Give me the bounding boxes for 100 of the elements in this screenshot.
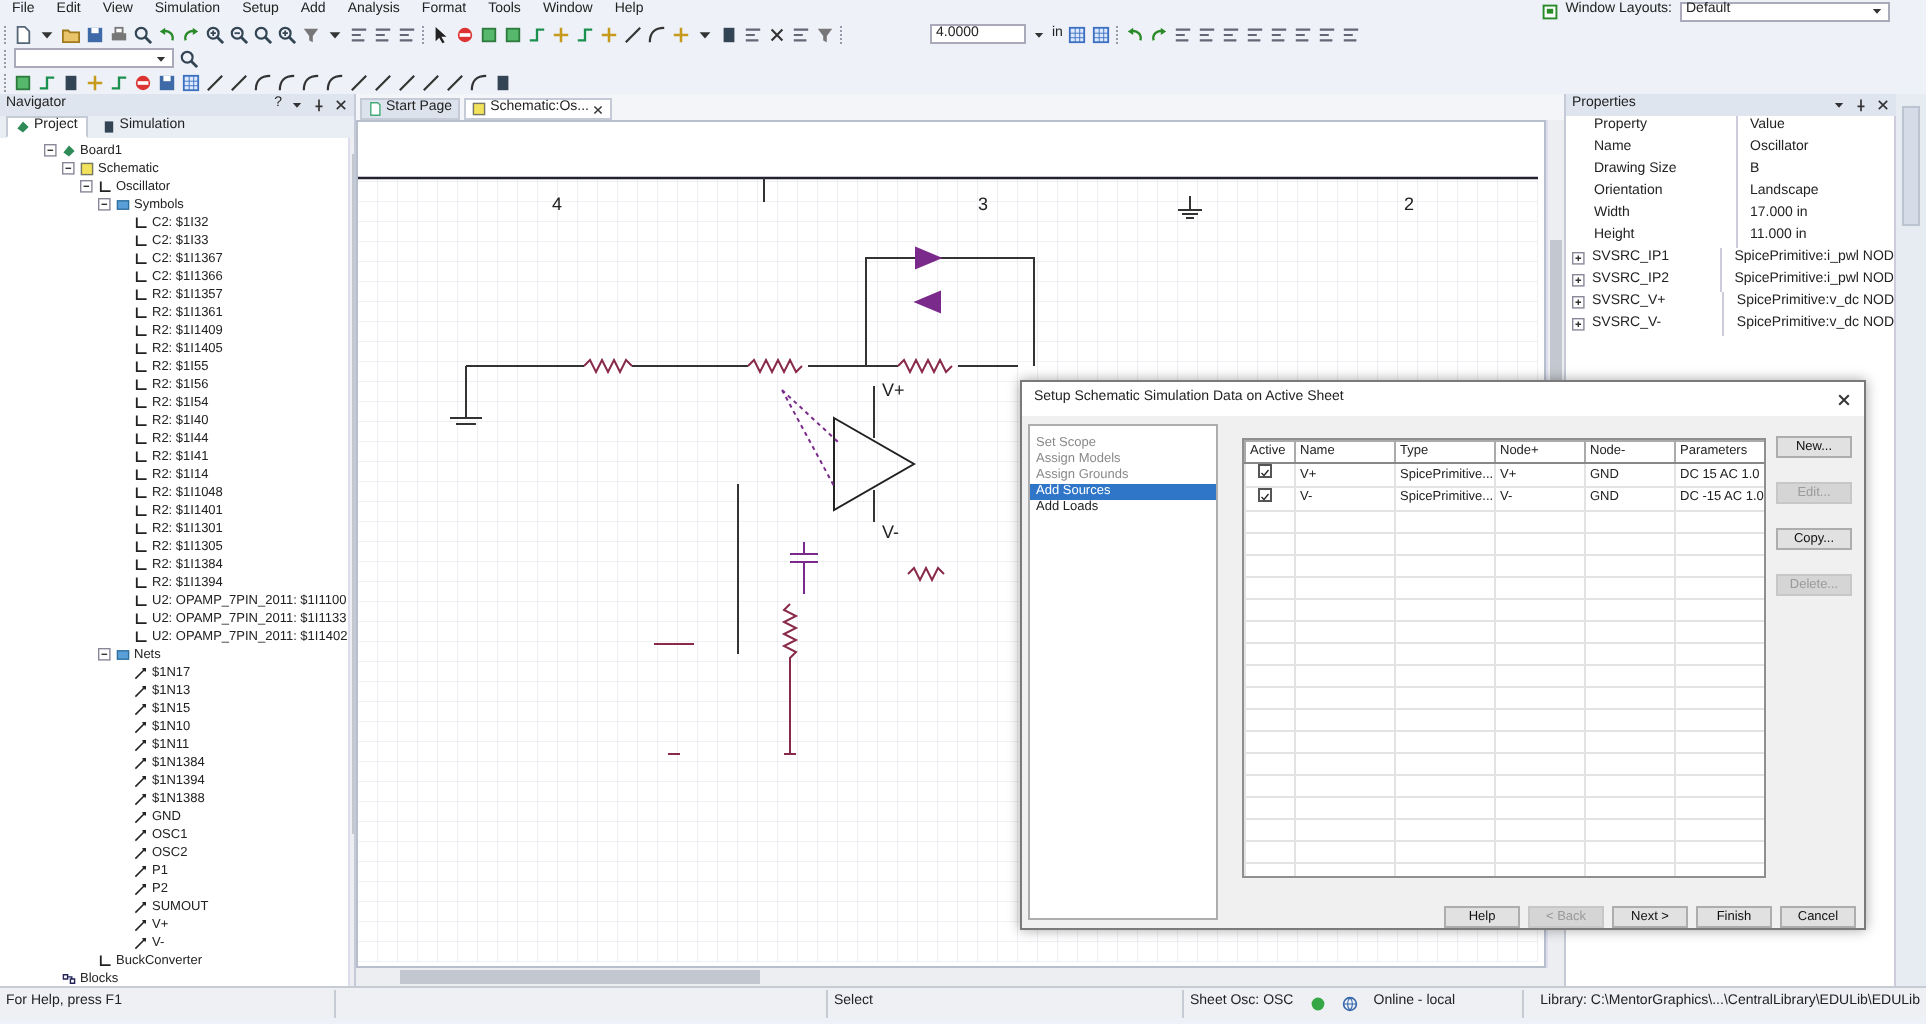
- expander-icon[interactable]: [98, 647, 112, 662]
- align-icon[interactable]: [1318, 25, 1337, 43]
- new-document-icon[interactable]: [14, 25, 32, 43]
- search-icon[interactable]: [134, 25, 152, 43]
- close-icon[interactable]: [592, 103, 605, 115]
- horizontal-scrollbar[interactable]: [356, 968, 1564, 986]
- grid-icon[interactable]: [182, 73, 200, 91]
- combo-field[interactable]: [14, 48, 174, 68]
- caret-icon[interactable]: [290, 97, 304, 112]
- globe-icon: [1341, 995, 1358, 1011]
- align-icon[interactable]: [1270, 25, 1289, 43]
- expander-icon[interactable]: [80, 179, 94, 194]
- wire-icon[interactable]: [110, 73, 128, 91]
- arc-icon[interactable]: [470, 73, 488, 91]
- expander-icon[interactable]: [1572, 273, 1586, 288]
- line-icon[interactable]: [398, 73, 416, 91]
- align-icon[interactable]: [1222, 25, 1241, 43]
- align-icon[interactable]: [350, 25, 368, 43]
- net-line-icon: [134, 701, 148, 716]
- align-icon[interactable]: [1174, 25, 1193, 43]
- expander-icon[interactable]: [1572, 251, 1586, 266]
- align-icon[interactable]: [792, 25, 810, 43]
- zone-label: 3: [978, 194, 989, 214]
- pin-icon[interactable]: [312, 97, 326, 112]
- save-icon[interactable]: [158, 73, 176, 91]
- undo-icon[interactable]: [158, 25, 176, 43]
- expander-icon[interactable]: [44, 143, 58, 158]
- line-icon[interactable]: [624, 25, 642, 43]
- redo-icon[interactable]: [1150, 25, 1169, 43]
- folder-icon: [116, 197, 130, 212]
- checkbox[interactable]: [1258, 464, 1272, 478]
- zone-label: 2: [1404, 194, 1415, 214]
- zoom-in-icon[interactable]: [278, 25, 296, 43]
- grid-icon[interactable]: [1068, 25, 1087, 43]
- line-icon[interactable]: [206, 73, 224, 91]
- filter-icon[interactable]: [816, 25, 834, 43]
- checkbox[interactable]: [1258, 488, 1272, 502]
- align-icon[interactable]: [374, 25, 392, 43]
- zoom-in-icon[interactable]: [206, 25, 224, 43]
- line-icon[interactable]: [422, 73, 440, 91]
- wire-icon[interactable]: [38, 73, 56, 91]
- wire-icon[interactable]: [576, 25, 594, 43]
- align-icon[interactable]: [398, 25, 416, 43]
- stop-icon[interactable]: [134, 73, 152, 91]
- net-line-icon: [134, 935, 148, 950]
- net-label: V-: [882, 522, 900, 542]
- expander-icon[interactable]: [98, 197, 112, 212]
- net-line-icon: [134, 683, 148, 698]
- print-icon[interactable]: [110, 25, 128, 43]
- wire-icon[interactable]: [528, 25, 546, 43]
- align-icon[interactable]: [1246, 25, 1265, 43]
- layout-icon: [1541, 3, 1558, 19]
- net-line-icon: [134, 827, 148, 842]
- close-icon[interactable]: [1876, 98, 1890, 112]
- line-icon[interactable]: [350, 73, 368, 91]
- caret-icon[interactable]: [1032, 27, 1046, 41]
- arc-icon[interactable]: [648, 25, 666, 43]
- net-label: V+: [882, 380, 905, 400]
- filter-icon[interactable]: [302, 25, 320, 43]
- align-icon[interactable]: [1198, 25, 1217, 43]
- redo-icon[interactable]: [182, 25, 200, 43]
- caret-icon: [1870, 4, 1884, 18]
- pointer-icon[interactable]: [432, 25, 450, 43]
- caret-icon[interactable]: [1832, 98, 1846, 112]
- undo-icon[interactable]: [1126, 25, 1145, 43]
- grid-icon[interactable]: [1092, 25, 1111, 43]
- align-icon[interactable]: [1342, 25, 1361, 43]
- net-line-icon: [134, 773, 148, 788]
- blocks-icon: [62, 971, 76, 986]
- expander-icon[interactable]: [62, 161, 76, 176]
- close-icon[interactable]: [334, 97, 348, 112]
- zone-label: 4: [552, 194, 563, 214]
- expander-icon[interactable]: [1572, 295, 1586, 310]
- stop-icon[interactable]: [456, 25, 474, 43]
- net-line-icon: [134, 881, 148, 896]
- net-line-icon: [134, 755, 148, 770]
- search-icon[interactable]: [180, 49, 198, 67]
- caret-icon: [154, 51, 168, 65]
- close-button[interactable]: [1836, 391, 1852, 407]
- pin-icon[interactable]: [1854, 98, 1868, 112]
- search-icon[interactable]: [254, 25, 272, 43]
- align-icon[interactable]: [744, 25, 762, 43]
- net-line-icon: [134, 899, 148, 914]
- save-icon[interactable]: [86, 25, 104, 43]
- status-dot-icon: [1309, 995, 1326, 1011]
- net-line-icon: [134, 809, 148, 824]
- expander-icon[interactable]: [1572, 317, 1586, 332]
- vertical-scrollbar[interactable]: [347, 137, 354, 986]
- zoom-out-icon[interactable]: [230, 25, 248, 43]
- page-icon: [368, 102, 382, 116]
- line-icon[interactable]: [446, 73, 464, 91]
- line-icon[interactable]: [230, 73, 248, 91]
- line-icon[interactable]: [374, 73, 392, 91]
- close-icon[interactable]: [768, 25, 786, 43]
- open-folder-icon[interactable]: [62, 25, 80, 43]
- align-icon[interactable]: [1294, 25, 1313, 43]
- net-line-icon: [134, 737, 148, 752]
- folder-icon: [116, 647, 130, 662]
- net-line-icon: [134, 917, 148, 932]
- net-line-icon: [134, 863, 148, 878]
